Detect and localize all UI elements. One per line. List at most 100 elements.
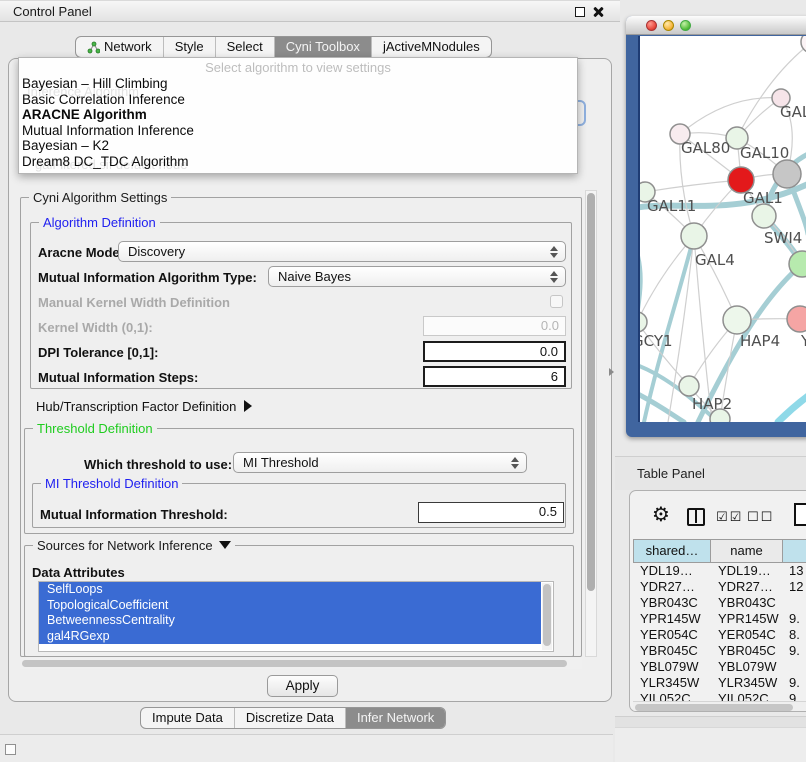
float-panel-icon[interactable]	[575, 7, 585, 17]
data-attributes-list: SelfLoops TopologicalCoefficient Between…	[38, 581, 554, 652]
deselect-all-checkboxes-icon[interactable]: ☐☐	[747, 510, 774, 525]
algorithm-item[interactable]: Basic Correlation Inference	[22, 92, 574, 108]
mi-threshold-field[interactable]: 0.5	[418, 502, 564, 523]
algorithm-item[interactable]: Mutual Information Inference	[22, 123, 574, 139]
node-label: HAP4	[740, 332, 780, 350]
node-table: shared… name A YDL19…YDL19…13 YDR27…YDR2…	[633, 539, 806, 701]
right-bottom-area	[615, 728, 806, 762]
mi-algorithm-type-combobox[interactable]: Naive Bayes	[268, 266, 566, 287]
node-y[interactable]	[787, 306, 806, 332]
node[interactable]	[773, 160, 801, 188]
algorithm-item[interactable]: Dream8 DC_TDC Algorithm	[22, 154, 574, 170]
select-all-checkboxes-icon[interactable]: ☑☑	[716, 510, 743, 525]
node-label: GAL80	[681, 139, 730, 157]
algorithm-item-selected[interactable]: ARACNE Algorithm	[22, 107, 574, 123]
tab-impute-data[interactable]: Impute Data	[141, 708, 234, 728]
document-icon[interactable]	[794, 503, 806, 526]
window-zoom-button[interactable]	[680, 20, 691, 31]
list-item[interactable]: BetweennessCentrality	[39, 613, 541, 629]
combo-stepper-icon	[511, 456, 519, 470]
table-row[interactable]: YLR345WYLR345W9.	[633, 675, 806, 691]
column-header-name[interactable]: name	[711, 539, 783, 563]
algorithm-item[interactable]: Bayesian – K2	[22, 138, 574, 154]
left-bottom-strip	[0, 734, 613, 762]
window-minimize-button[interactable]	[663, 20, 674, 31]
tab-infer-network[interactable]: Infer Network	[345, 708, 445, 728]
tab-style[interactable]: Style	[163, 37, 215, 57]
settings-horizontal-scrollbar[interactable]	[20, 658, 582, 669]
algorithm-item[interactable]: Bayesian – Hill Climbing	[22, 76, 574, 92]
tab-jactivemnodules[interactable]: jActiveMNodules	[371, 37, 491, 57]
which-threshold-label: Which threshold to use:	[84, 457, 232, 472]
table-row[interactable]: YDR27…YDR27…12	[633, 579, 806, 595]
sources-toggle[interactable]: Sources for Network Inference	[33, 538, 235, 553]
list-item[interactable]: gal4RGexp	[39, 629, 541, 645]
tab-network[interactable]: Network	[76, 37, 163, 57]
settings-group-title: Cyni Algorithm Settings	[29, 190, 171, 205]
mi-steps-label: Mutual Information Steps:	[38, 370, 198, 385]
column-header-shared-name[interactable]: shared…	[633, 539, 711, 563]
window-close-button[interactable]	[646, 20, 657, 31]
panel-splitter-handle[interactable]	[609, 368, 614, 376]
tab-cyni-toolbox[interactable]: Cyni Toolbox	[274, 37, 371, 57]
table-row[interactable]: YBR043CYBR043C	[633, 595, 806, 611]
settings-vertical-scrollbar[interactable]	[585, 190, 597, 657]
algorithm-list: Bayesian – Hill Climbing Basic Correlati…	[22, 76, 574, 170]
list-scrollbar[interactable]	[542, 583, 552, 650]
algorithm-dropdown-popup: Select algorithm to view settings Infere…	[18, 57, 578, 174]
mi-threshold-label: Mutual Information Threshold:	[40, 507, 228, 522]
node-hap2[interactable]	[679, 376, 699, 396]
node-hap4[interactable]	[723, 306, 751, 334]
close-icon[interactable]	[592, 6, 604, 18]
tab-discretize-data[interactable]: Discretize Data	[234, 708, 345, 728]
dpi-tolerance-field[interactable]: 0.0	[423, 341, 566, 362]
control-panel-header: Control Panel	[0, 0, 620, 22]
expand-right-icon	[244, 400, 252, 412]
hub-definition-toggle[interactable]: Hub/Transcription Factor Definition	[36, 399, 252, 414]
table-horizontal-scrollbar[interactable]	[633, 701, 806, 712]
manual-kernel-checkbox[interactable]	[550, 295, 563, 308]
node-label: GAL1	[743, 189, 783, 207]
network-canvas[interactable]: GAL GAL80 GAL10 GAL1 GAL11 SWI4 GAL4 GCY…	[638, 36, 806, 422]
tab-select[interactable]: Select	[215, 37, 274, 57]
columns-icon[interactable]	[687, 508, 705, 526]
node-label: GAL11	[647, 197, 696, 215]
table-panel-title: Table Panel	[637, 466, 705, 481]
node-label: HAP2	[692, 395, 732, 413]
network-window-titlebar[interactable]	[626, 16, 806, 35]
app-root: Control Panel Network Style Select Cyni …	[0, 0, 806, 762]
algorithm-definition-title: Algorithm Definition	[39, 215, 160, 230]
node-label: GAL10	[740, 144, 789, 162]
node-gcy1[interactable]	[640, 312, 647, 332]
table-row[interactable]: YPR145WYPR145W9.	[633, 611, 806, 627]
gear-icon[interactable]: ⚙	[652, 504, 670, 524]
table-row[interactable]: YBL079WYBL079W	[633, 659, 806, 675]
mi-steps-field[interactable]: 6	[423, 366, 566, 387]
table-panel-header: Table Panel	[615, 456, 806, 490]
manual-kernel-label: Manual Kernel Width Definition	[38, 295, 230, 310]
node-gal4[interactable]	[681, 223, 707, 249]
dpi-tolerance-label: DPI Tolerance [0,1]:	[38, 345, 158, 360]
node-swi4[interactable]	[752, 204, 776, 228]
list-item[interactable]: TopologicalCoefficient	[39, 598, 541, 614]
which-threshold-combobox[interactable]: MI Threshold	[233, 452, 527, 473]
column-header-partial[interactable]: A	[783, 539, 806, 563]
list-item[interactable]: SelfLoops	[39, 582, 541, 598]
kernel-width-field[interactable]: 0.0	[423, 316, 566, 336]
control-panel-tabbar: Network Style Select Cyni Toolbox jActiv…	[75, 36, 492, 58]
table-row[interactable]: YIL052CYIL052C9	[633, 691, 806, 701]
table-row[interactable]: YBR045CYBR045C9.	[633, 643, 806, 659]
node-label: GCY1	[640, 332, 673, 350]
combo-stepper-icon	[550, 245, 558, 259]
data-attributes-label: Data Attributes	[32, 565, 125, 580]
mi-threshold-title: MI Threshold Definition	[41, 476, 182, 491]
table-header-row: shared… name A	[633, 539, 806, 563]
table-row[interactable]: YER054CYER054C8.	[633, 627, 806, 643]
node-label: GAL4	[695, 251, 735, 269]
tab-network-label: Network	[104, 37, 152, 57]
apply-button[interactable]: Apply	[267, 675, 338, 697]
aracne-mode-combobox[interactable]: Discovery	[118, 241, 566, 262]
table-row[interactable]: YDL19…YDL19…13	[633, 563, 806, 579]
table-panel: ⚙ ☑☑ ☐☐ shared… name A YDL19…YDL19…13 YD…	[629, 490, 806, 712]
panel-grip-icon[interactable]	[5, 744, 16, 755]
